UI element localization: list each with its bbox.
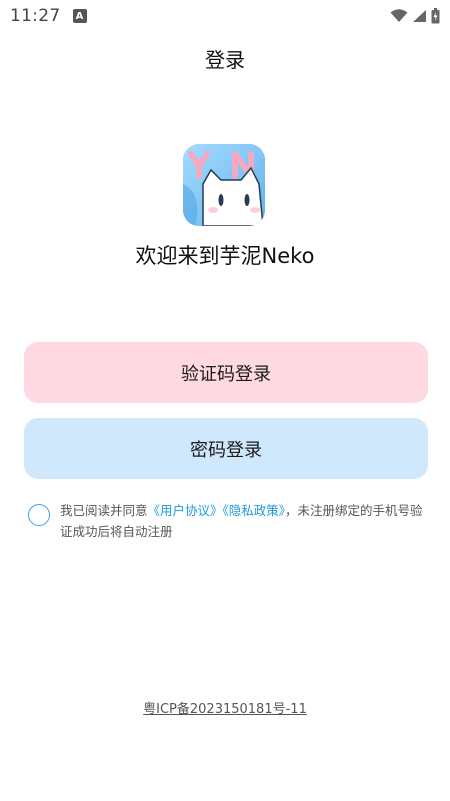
agreement-row: 我已阅读并同意《用户协议》《隐私政策》，未注册绑定的手机号验证成功后将自动注册 (28, 500, 428, 542)
signal-icon (413, 10, 426, 22)
login-page: 11:27 A 登录 欢迎来到芋泥Neko 验证码登录 密码登录 我已阅读并同意… (0, 0, 450, 801)
a-notification-icon: A (72, 9, 87, 23)
app-logo (183, 144, 265, 226)
status-icons (390, 8, 440, 24)
agreement-prefix: 我已阅读并同意 (60, 503, 148, 518)
neko-cat-logo-icon (183, 144, 265, 226)
welcome-text: 欢迎来到芋泥Neko (135, 244, 315, 268)
password-login-button[interactable]: 密码登录 (24, 418, 428, 479)
page-title: 登录 (205, 48, 245, 72)
user-agreement-link[interactable]: 《用户协议》 (148, 503, 223, 518)
agreement-text: 我已阅读并同意《用户协议》《隐私政策》，未注册绑定的手机号验证成功后将自动注册 (60, 500, 428, 542)
status-time: 11:27 (10, 6, 61, 26)
status-bar: 11:27 A (0, 0, 450, 32)
code-login-button[interactable]: 验证码登录 (24, 342, 428, 403)
privacy-policy-link[interactable]: 《隐私政策》 (223, 503, 286, 518)
battery-icon (431, 8, 440, 24)
icp-record-link[interactable]: 粤ICP备2023150181号-11 (0, 698, 450, 717)
wifi-icon (390, 9, 408, 22)
agreement-checkbox[interactable] (28, 504, 50, 526)
